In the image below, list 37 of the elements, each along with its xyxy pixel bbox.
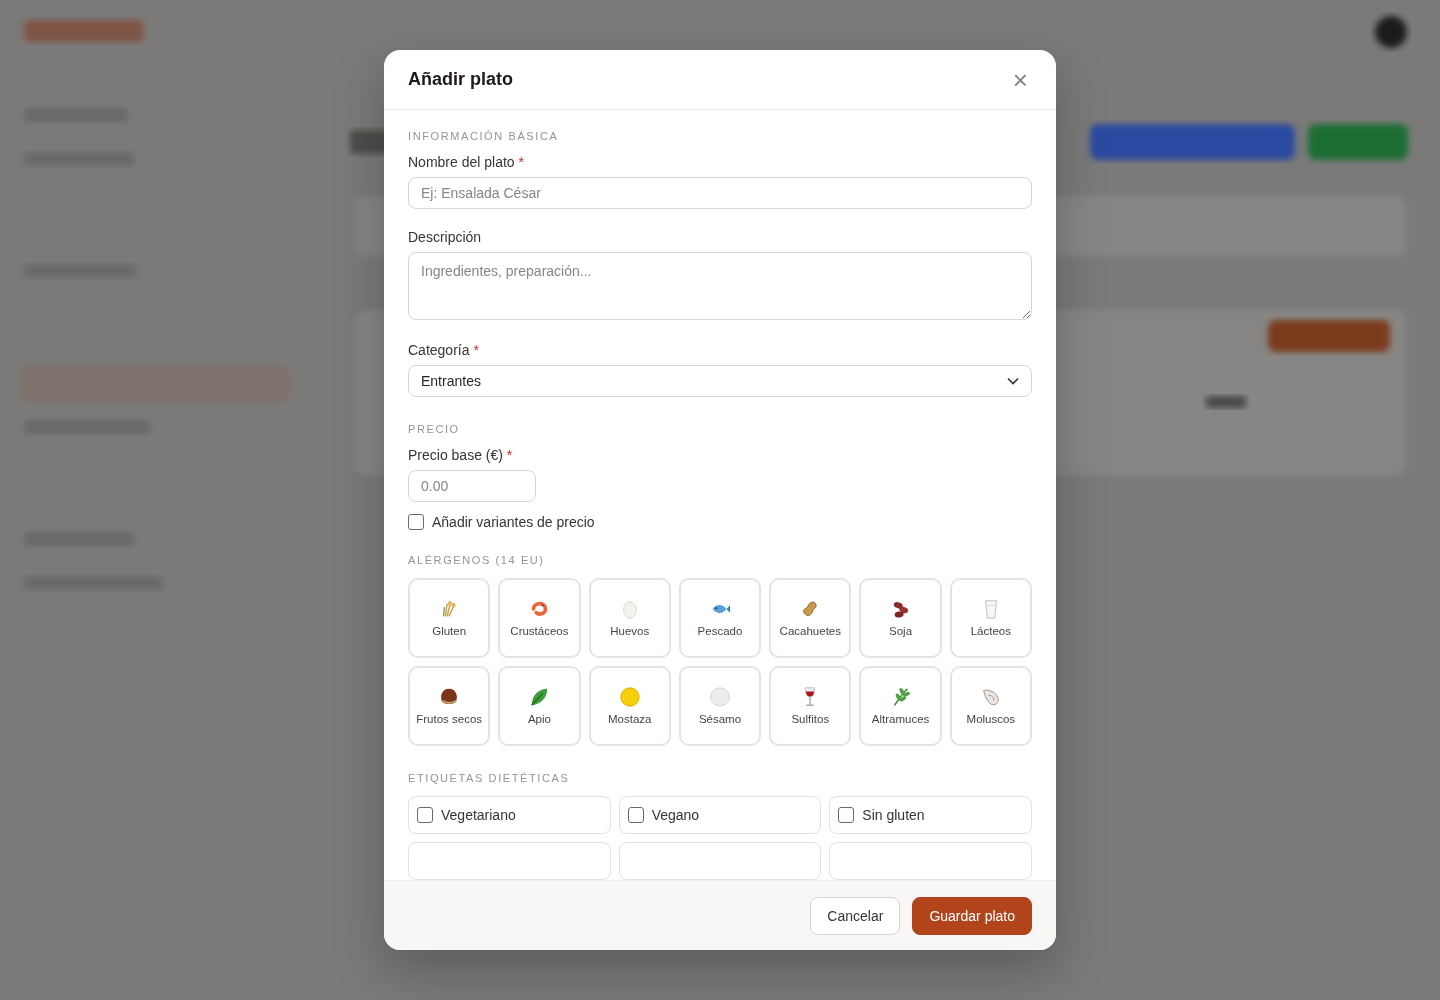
field-label: Precio base (€) xyxy=(408,446,503,463)
allergen-toggle[interactable]: Lácteos xyxy=(949,578,1032,658)
category-select[interactable]: Entrantes xyxy=(408,364,1032,397)
allergen-toggle[interactable]: Sésamo xyxy=(678,666,762,746)
save-button[interactable]: Guardar plato xyxy=(912,896,1032,935)
section-heading: ALÉRGENOS (14 EU) xyxy=(408,554,546,566)
allergen-toggle[interactable]: Soja xyxy=(859,578,942,658)
field-label: Categoría xyxy=(408,341,470,358)
name-field[interactable]: Ej: Ensalada César xyxy=(408,177,1032,210)
section-heading: INFORMACIÓN BÁSICA xyxy=(408,130,560,142)
price-field[interactable]: 0.00 xyxy=(408,469,536,502)
allergen-toggle[interactable]: Gluten xyxy=(408,578,491,658)
dialog-title: Añadir plato xyxy=(408,69,513,90)
section-heading: ETIQUETAS DIETÉTICAS xyxy=(408,772,571,784)
field-label: Descripción xyxy=(408,229,482,246)
allergen-toggle[interactable]: Altramuces xyxy=(859,666,942,746)
diet-tag-option[interactable]: Vegano xyxy=(618,796,822,834)
field-label: Nombre del plato xyxy=(408,154,515,170)
required-mark: * xyxy=(473,341,479,358)
allergen-toggle[interactable]: Frutos secos xyxy=(408,666,491,746)
allergen-toggle[interactable]: Cacahuetes xyxy=(769,578,852,658)
allergen-toggle[interactable]: Sulfitos xyxy=(769,666,852,746)
section-heading: PRECIO xyxy=(408,422,461,435)
required-mark: * xyxy=(518,154,524,170)
diet-tag-option[interactable]: Vegetariano xyxy=(408,796,611,834)
description-field[interactable]: Ingredientes, preparación... xyxy=(408,252,1032,320)
required-mark: * xyxy=(506,446,513,463)
close-button[interactable]: × xyxy=(1008,66,1032,93)
checkbox-label: Añadir variantes de precio xyxy=(432,514,595,530)
diet-tag-option[interactable]: Sin gluten xyxy=(829,796,1032,834)
allergen-toggle[interactable]: Apio xyxy=(498,666,581,746)
allergen-toggle[interactable]: Mostaza xyxy=(588,666,671,746)
cancel-button[interactable]: Cancelar xyxy=(810,896,901,935)
allergen-toggle[interactable]: Huevos xyxy=(588,578,671,658)
allergen-toggle[interactable]: Pescado xyxy=(678,578,762,658)
allergen-toggle[interactable]: Crustáceos xyxy=(498,578,581,658)
allergen-toggle[interactable]: Moluscos xyxy=(949,666,1032,746)
